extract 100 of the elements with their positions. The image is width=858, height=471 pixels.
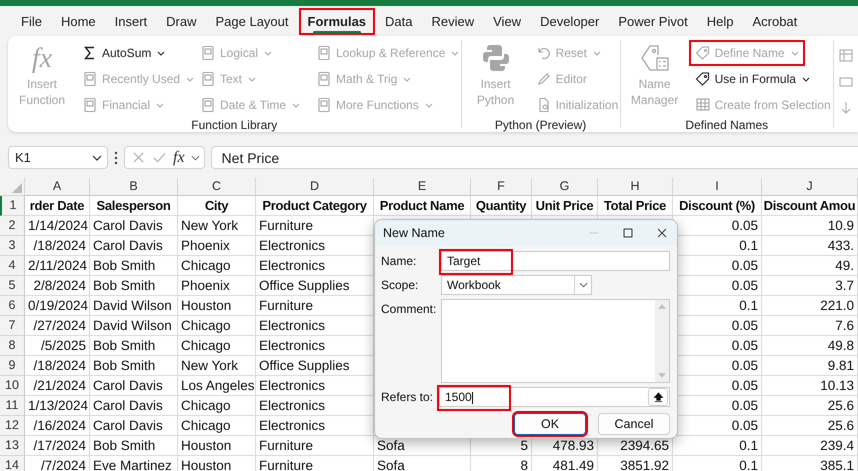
table-cell: 221.0 — [762, 296, 858, 316]
column-header[interactable]: A — [25, 178, 90, 196]
formula-input[interactable]: Net Price — [210, 146, 858, 169]
ok-button[interactable]: OK — [514, 413, 586, 435]
insert-function-button[interactable]: fx — [173, 148, 185, 166]
row-header[interactable]: 8 — [0, 336, 25, 356]
ribbon-tab[interactable]: Formulas — [298, 8, 376, 34]
ribbon-tab[interactable]: Help — [698, 8, 742, 34]
table-cell: Carol Davis — [90, 396, 178, 416]
table-cell: Bob Smith — [90, 276, 178, 296]
field-label: Scope: — [381, 277, 420, 292]
table-cell: 3.7 — [762, 276, 858, 296]
name-box[interactable]: K1 — [8, 146, 108, 169]
table-cell: New York — [178, 216, 256, 236]
column-header[interactable]: D — [256, 178, 374, 196]
table-cell: 3851.92 — [598, 456, 673, 471]
ribbon-tab[interactable]: Insert — [106, 8, 156, 34]
group-label: Python (Preview) — [494, 118, 588, 132]
column-header[interactable]: E — [374, 178, 471, 196]
ribbon-tab[interactable]: Page Layout — [206, 8, 298, 34]
table-cell: Carol Davis — [90, 376, 178, 396]
table-cell: 7.6 — [762, 316, 858, 336]
close-icon[interactable] — [655, 226, 669, 240]
table-cell: 49. — [762, 256, 858, 276]
table-cell: Houston — [178, 456, 256, 471]
table-cell: Houston — [178, 436, 256, 456]
table-cell: 25.6 — [762, 416, 858, 436]
select-all-triangle-icon[interactable] — [12, 183, 22, 193]
row-header[interactable]: 14 — [0, 456, 25, 471]
column-header[interactable]: C — [178, 178, 256, 196]
column-header[interactable]: I — [673, 178, 762, 196]
table-cell: 9.81 — [762, 356, 858, 376]
more-icon[interactable] — [114, 150, 118, 164]
table-cell: Carol Davis — [90, 216, 178, 236]
table-cell: 433. — [762, 236, 858, 256]
row-header[interactable]: 2 — [0, 216, 25, 236]
ribbon-tab[interactable]: Data — [376, 8, 422, 34]
table-cell: Eve Martinez — [90, 456, 178, 471]
row-header[interactable]: 7 — [0, 316, 25, 336]
table-cell: 25.6 — [762, 396, 858, 416]
check-icon[interactable] — [152, 150, 167, 165]
undo-icon — [536, 45, 552, 61]
pencil-icon — [536, 71, 552, 87]
column-title-cell: Product Category — [256, 196, 374, 216]
table-cell: Chicago — [178, 336, 256, 356]
ribbon-tab[interactable]: Developer — [531, 8, 608, 34]
maximize-icon[interactable] — [621, 226, 635, 240]
column-header[interactable]: G — [532, 178, 598, 196]
table-cell: /17/2024 — [25, 436, 90, 456]
table-cell: 8 — [471, 456, 532, 471]
ribbon-button[interactable]: Use in Formula — [688, 66, 816, 92]
ribbon-tab[interactable]: Review — [422, 8, 484, 34]
row-header[interactable]: 10 — [0, 376, 25, 396]
column-header[interactable]: J — [762, 178, 858, 196]
table-cell: Bob Smith — [90, 336, 178, 356]
ribbon-tab[interactable]: File — [12, 8, 51, 34]
comment-field[interactable] — [441, 299, 670, 383]
ribbon-tab[interactable]: Home — [52, 8, 105, 34]
ribbon-tab[interactable]: View — [484, 8, 530, 34]
table-cell: /5/2025 — [25, 336, 90, 356]
table-cell: 0.1 — [673, 436, 762, 456]
scope-dropdown[interactable]: Workbook — [441, 275, 592, 295]
ribbon-tab[interactable]: Acrobat — [743, 8, 806, 34]
table-cell: Houston — [178, 296, 256, 316]
row-header[interactable]: 5 — [0, 276, 25, 296]
row-header[interactable]: 11 — [0, 396, 25, 416]
table-cell: Phoenix — [178, 236, 256, 256]
cancel-icon[interactable] — [131, 150, 146, 165]
row-header[interactable]: 12 — [0, 416, 25, 436]
row-header[interactable]: 6 — [0, 296, 25, 316]
table-cell: 0/19/2024 — [25, 296, 90, 316]
row-header[interactable]: 4 — [0, 256, 25, 276]
book-icon — [82, 97, 98, 113]
scrollbar[interactable] — [655, 300, 669, 382]
table-cell: 2/8/2024 — [25, 276, 90, 296]
group-label: Defined Names — [684, 118, 770, 132]
column-header[interactable]: B — [90, 178, 178, 196]
caret-icon[interactable] — [190, 154, 200, 160]
field-label: Name: — [381, 253, 418, 268]
row-header[interactable]: 9 — [0, 356, 25, 376]
ribbon-tab[interactable]: Power Pivot — [609, 8, 697, 34]
row-header[interactable]: 13 — [0, 436, 25, 456]
column-header[interactable]: F — [471, 178, 532, 196]
row-header[interactable]: 1 — [0, 196, 25, 216]
book-icon — [316, 45, 332, 61]
row-header[interactable]: 3 — [0, 236, 25, 256]
book-icon — [316, 71, 332, 87]
table-cell: Carol Davis — [90, 236, 178, 256]
book-icon — [200, 45, 216, 61]
collapse-button[interactable] — [648, 388, 668, 406]
scroll-down-icon[interactable] — [658, 373, 666, 378]
function-icon: fx — [32, 42, 52, 76]
table-cell: Chicago — [178, 256, 256, 276]
column-header[interactable]: H — [598, 178, 673, 196]
scroll-up-icon[interactable] — [658, 304, 666, 309]
ribbon-button[interactable]: AutoSum — [76, 40, 172, 66]
upload-arrow-icon — [652, 392, 664, 402]
ribbon-tab[interactable]: Draw — [157, 8, 206, 34]
caret-icon — [92, 154, 102, 160]
cancel-button[interactable]: Cancel — [598, 413, 670, 435]
